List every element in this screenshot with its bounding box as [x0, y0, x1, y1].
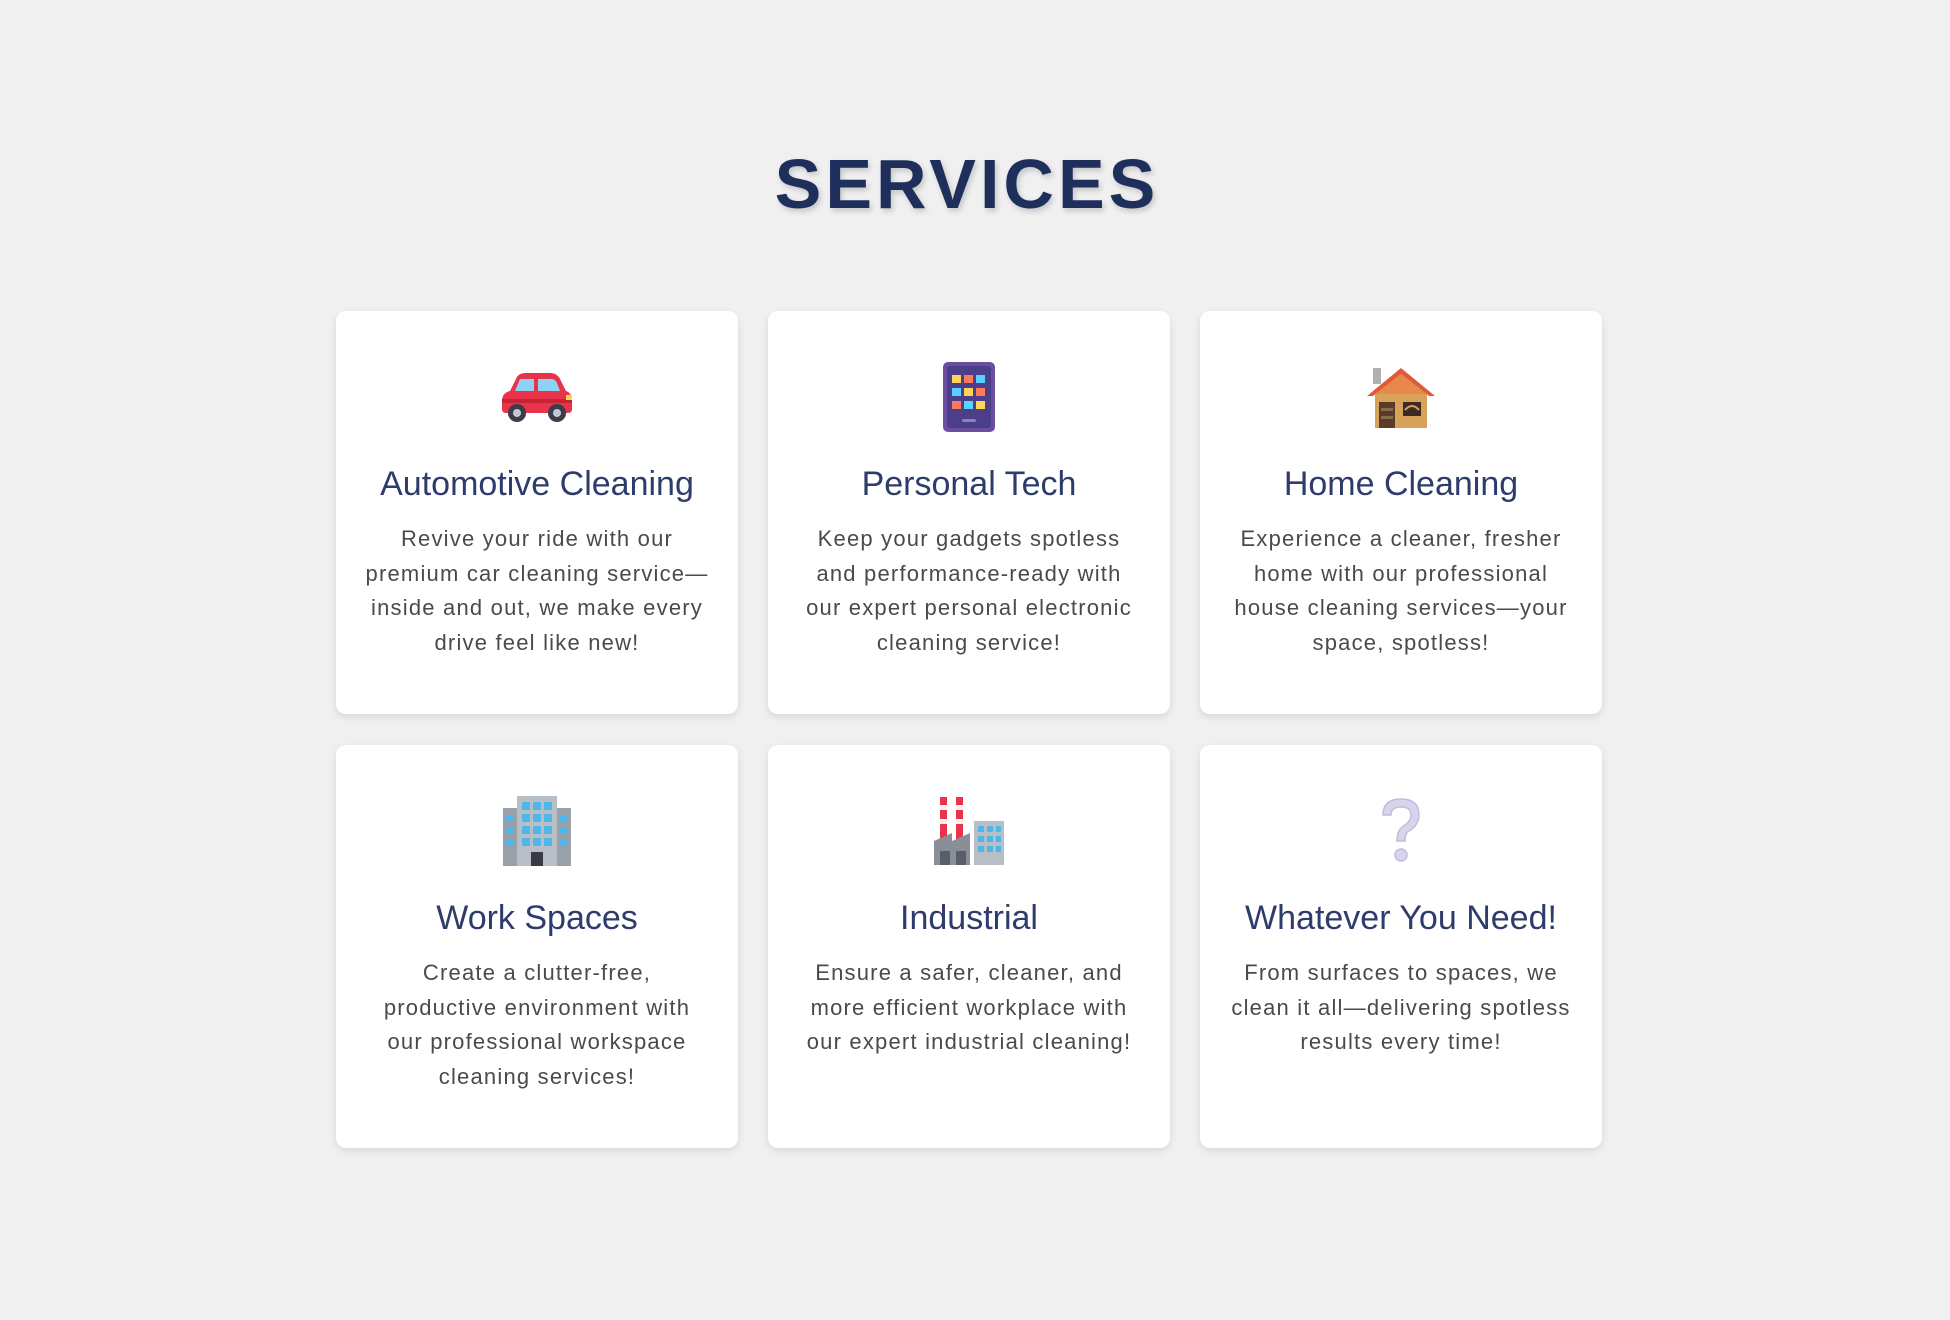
service-description: From surfaces to spaces, we clean it all…	[1231, 960, 1571, 1054]
page-title: SERVICES	[774, 145, 1160, 223]
service-description: Ensure a safer, cleaner, and more effici…	[806, 960, 1132, 1054]
service-title: Automotive Cleaning	[380, 465, 694, 503]
service-title: Work Spaces	[436, 899, 638, 937]
car-icon	[336, 357, 738, 437]
service-card-home-cleaning[interactable]: Home Cleaning Experience a cleaner, fres…	[1200, 311, 1602, 714]
service-card-automotive[interactable]: Automotive Cleaning Revive your ride wit…	[336, 311, 738, 714]
service-card-work-spaces[interactable]: Work Spaces Create a clutter-free, produ…	[336, 745, 738, 1148]
question-mark-icon	[1200, 791, 1602, 871]
service-card-industrial[interactable]: Industrial Ensure a safer, cleaner, and …	[768, 745, 1170, 1148]
services-page: SERVICES Automotive Cleaning Revive your…	[0, 0, 1950, 1320]
service-description: Create a clutter-free, productive enviro…	[383, 960, 691, 1089]
service-card-whatever-you-need[interactable]: Whatever You Need! From surfaces to spac…	[1200, 745, 1602, 1148]
service-card-personal-tech[interactable]: Personal Tech Keep your gadgets spotless…	[768, 311, 1170, 714]
house-icon	[1200, 357, 1602, 437]
service-title: Whatever You Need!	[1245, 899, 1557, 937]
service-description: Revive your ride with our premium car cl…	[365, 526, 709, 655]
tablet-icon	[768, 357, 1170, 437]
service-title: Personal Tech	[861, 465, 1077, 503]
service-title: Home Cleaning	[1283, 465, 1519, 503]
factory-icon	[768, 791, 1170, 871]
service-description: Experience a cleaner, fresher home with …	[1234, 526, 1568, 655]
services-grid: Automotive Cleaning Revive your ride wit…	[336, 311, 1602, 1148]
service-title: Industrial	[900, 899, 1038, 937]
service-description: Keep your gadgets spotless and performan…	[806, 526, 1132, 655]
office-building-icon	[336, 791, 738, 871]
